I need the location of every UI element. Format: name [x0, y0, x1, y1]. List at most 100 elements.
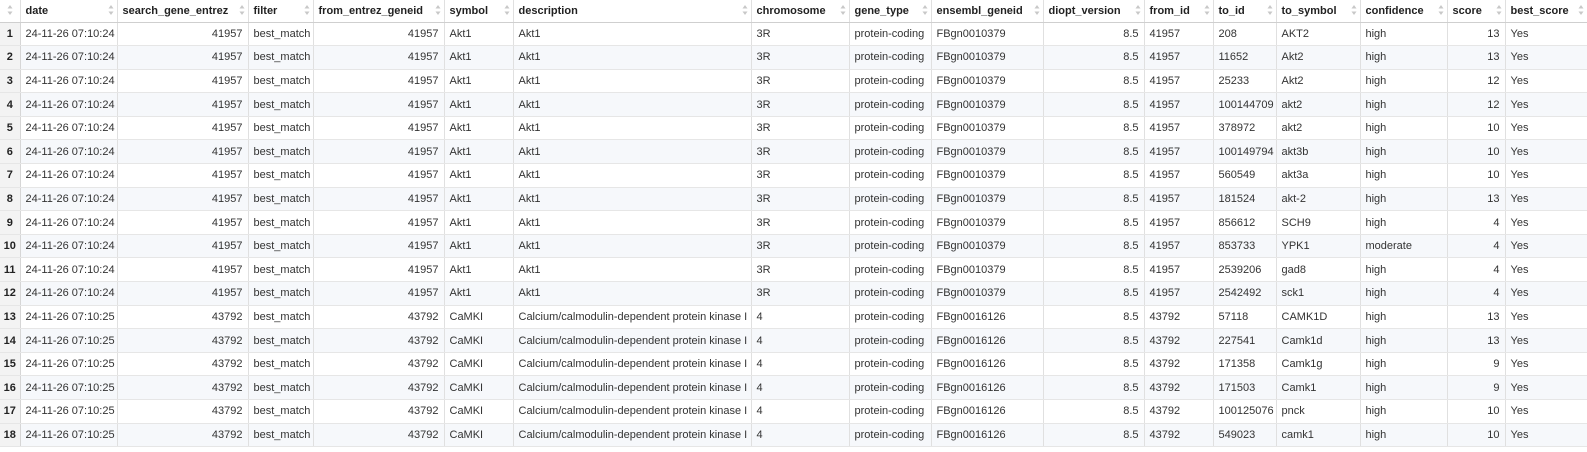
- sort-icon[interactable]: [304, 4, 310, 16]
- cell-search-gene-entrez: 41957: [117, 139, 249, 165]
- cell-from-id: 41957: [1144, 45, 1214, 70]
- cell-description: Akt1: [513, 69, 752, 94]
- column-header-filter[interactable]: filter: [248, 0, 314, 23]
- column-header-search-gene-entrez[interactable]: search_gene_entrez: [117, 0, 249, 23]
- sort-icon[interactable]: [1496, 4, 1502, 16]
- cell-best-score: Yes: [1505, 305, 1587, 330]
- row-number: 6: [0, 139, 21, 165]
- cell-ensembl-geneid: FBgn0010379: [931, 45, 1044, 70]
- cell-to-id: 856612: [1213, 210, 1277, 235]
- cell-to-id: 11652: [1213, 45, 1277, 70]
- table-row[interactable]: 5 24-11-26 07:10:24 41957 best_match 41957 Ak…: [0, 116, 1587, 141]
- cell-to-id: 171503: [1213, 375, 1277, 400]
- column-header-score[interactable]: score: [1447, 0, 1506, 23]
- cell-score: 10: [1447, 163, 1506, 188]
- column-header-symbol[interactable]: symbol: [444, 0, 514, 23]
- column-header-from-entrez-geneid[interactable]: from_entrez_geneid: [313, 0, 445, 23]
- cell-symbol: Akt1: [444, 45, 514, 70]
- column-header-from-id[interactable]: from_id: [1144, 0, 1214, 23]
- cell-to-symbol: AKT2: [1276, 22, 1361, 47]
- cell-filter: best_match: [248, 423, 314, 448]
- sort-icon[interactable]: [7, 4, 13, 16]
- sort-icon[interactable]: [1351, 4, 1357, 16]
- sort-icon[interactable]: [1438, 4, 1444, 16]
- cell-search-gene-entrez: 43792: [117, 328, 249, 353]
- cell-from-entrez-geneid: 41957: [313, 139, 445, 165]
- cell-filter: best_match: [248, 234, 314, 259]
- cell-date: 24-11-26 07:10:24: [20, 187, 118, 212]
- sort-icon[interactable]: [239, 4, 245, 16]
- sort-icon[interactable]: [1267, 4, 1273, 16]
- cell-ensembl-geneid: FBgn0016126: [931, 375, 1044, 400]
- table-row[interactable]: 16 24-11-26 07:10:25 43792 best_match 43792 C…: [0, 375, 1587, 400]
- sort-icon[interactable]: [922, 4, 928, 16]
- cell-from-id: 41957: [1144, 139, 1214, 165]
- cell-from-entrez-geneid: 41957: [313, 22, 445, 47]
- table-row[interactable]: 17 24-11-26 07:10:25 43792 best_match 43792 C…: [0, 399, 1587, 424]
- column-header-diopt-version[interactable]: diopt_version: [1043, 0, 1145, 23]
- sort-icon[interactable]: [504, 4, 510, 16]
- table-row[interactable]: 2 24-11-26 07:10:24 41957 best_match 41957 Ak…: [0, 45, 1587, 70]
- cell-diopt-version: 8.5: [1043, 423, 1145, 448]
- cell-ensembl-geneid: FBgn0010379: [931, 116, 1044, 141]
- table-row[interactable]: 12 24-11-26 07:10:24 41957 best_match 41957 A…: [0, 281, 1587, 306]
- cell-symbol: CaMKI: [444, 328, 514, 353]
- column-header-date[interactable]: date: [20, 0, 118, 23]
- table-row[interactable]: 10 24-11-26 07:10:24 41957 best_match 41957 A…: [0, 234, 1587, 259]
- table-row[interactable]: 13 24-11-26 07:10:25 43792 best_match 43792 C…: [0, 305, 1587, 330]
- table-row[interactable]: 7 24-11-26 07:10:24 41957 best_match 41957 Ak…: [0, 163, 1587, 188]
- cell-gene-type: protein-coding: [849, 423, 932, 448]
- cell-ensembl-geneid: FBgn0010379: [931, 187, 1044, 212]
- table-row[interactable]: 18 24-11-26 07:10:25 43792 best_match 43792 C…: [0, 423, 1587, 448]
- sort-icon[interactable]: [435, 4, 441, 16]
- cell-from-id: 41957: [1144, 163, 1214, 188]
- cell-best-score: Yes: [1505, 399, 1587, 424]
- column-header-label: score: [1452, 4, 1482, 17]
- column-header-to-id[interactable]: to_id: [1213, 0, 1277, 23]
- sort-icon[interactable]: [742, 4, 748, 16]
- column-header-confidence[interactable]: confidence: [1360, 0, 1448, 23]
- column-header-to-symbol[interactable]: to_symbol: [1276, 0, 1361, 23]
- table-row[interactable]: 8 24-11-26 07:10:24 41957 best_match 41957 Ak…: [0, 187, 1587, 212]
- cell-chromosome: 3R: [751, 116, 850, 141]
- cell-from-entrez-geneid: 41957: [313, 163, 445, 188]
- table-row[interactable]: 9 24-11-26 07:10:24 41957 best_match 41957 Ak…: [0, 210, 1587, 235]
- column-header-description[interactable]: description: [513, 0, 752, 23]
- sort-icon[interactable]: [1034, 4, 1040, 16]
- sort-icon[interactable]: [108, 4, 114, 16]
- table-row[interactable]: 6 24-11-26 07:10:24 41957 best_match 41957 Ak…: [0, 139, 1587, 165]
- cell-date: 24-11-26 07:10:24: [20, 45, 118, 70]
- table-row[interactable]: 15 24-11-26 07:10:25 43792 best_match 43792 C…: [0, 352, 1587, 377]
- sort-icon[interactable]: [1135, 4, 1141, 16]
- column-header-ensembl-geneid[interactable]: ensembl_geneid: [931, 0, 1044, 23]
- column-header-chromosome[interactable]: chromosome: [751, 0, 850, 23]
- cell-from-id: 41957: [1144, 92, 1214, 117]
- column-header-best-score[interactable]: best_score: [1505, 0, 1587, 23]
- row-number: 7: [0, 163, 21, 188]
- cell-from-id: 41957: [1144, 187, 1214, 212]
- table-row[interactable]: 1 24-11-26 07:10:24 41957 best_match 41957 Ak…: [0, 22, 1587, 47]
- cell-ensembl-geneid: FBgn0010379: [931, 163, 1044, 188]
- cell-description: Akt1: [513, 139, 752, 165]
- column-header-label: search_gene_entrez: [122, 4, 229, 17]
- cell-from-id: 41957: [1144, 69, 1214, 94]
- sort-icon[interactable]: [1204, 4, 1210, 16]
- sort-icon[interactable]: [1578, 4, 1584, 16]
- cell-gene-type: protein-coding: [849, 234, 932, 259]
- cell-from-entrez-geneid: 41957: [313, 281, 445, 306]
- column-header-label: ensembl_geneid: [936, 4, 1023, 17]
- cell-ensembl-geneid: FBgn0010379: [931, 22, 1044, 47]
- cell-gene-type: protein-coding: [849, 69, 932, 94]
- cell-diopt-version: 8.5: [1043, 234, 1145, 259]
- cell-confidence: high: [1360, 257, 1448, 283]
- cell-score: 13: [1447, 187, 1506, 212]
- table-row[interactable]: 14 24-11-26 07:10:25 43792 best_match 43792 C…: [0, 328, 1587, 353]
- row-number-header[interactable]: [0, 0, 21, 23]
- table-row[interactable]: 4 24-11-26 07:10:24 41957 best_match 41957 Ak…: [0, 92, 1587, 117]
- column-header-gene-type[interactable]: gene_type: [849, 0, 932, 23]
- sort-icon[interactable]: [840, 4, 846, 16]
- table-row[interactable]: 11 24-11-26 07:10:24 41957 best_match 41957 A…: [0, 257, 1587, 283]
- cell-ensembl-geneid: FBgn0016126: [931, 399, 1044, 424]
- table-row[interactable]: 3 24-11-26 07:10:24 41957 best_match 41957 Ak…: [0, 69, 1587, 94]
- cell-score: 13: [1447, 328, 1506, 353]
